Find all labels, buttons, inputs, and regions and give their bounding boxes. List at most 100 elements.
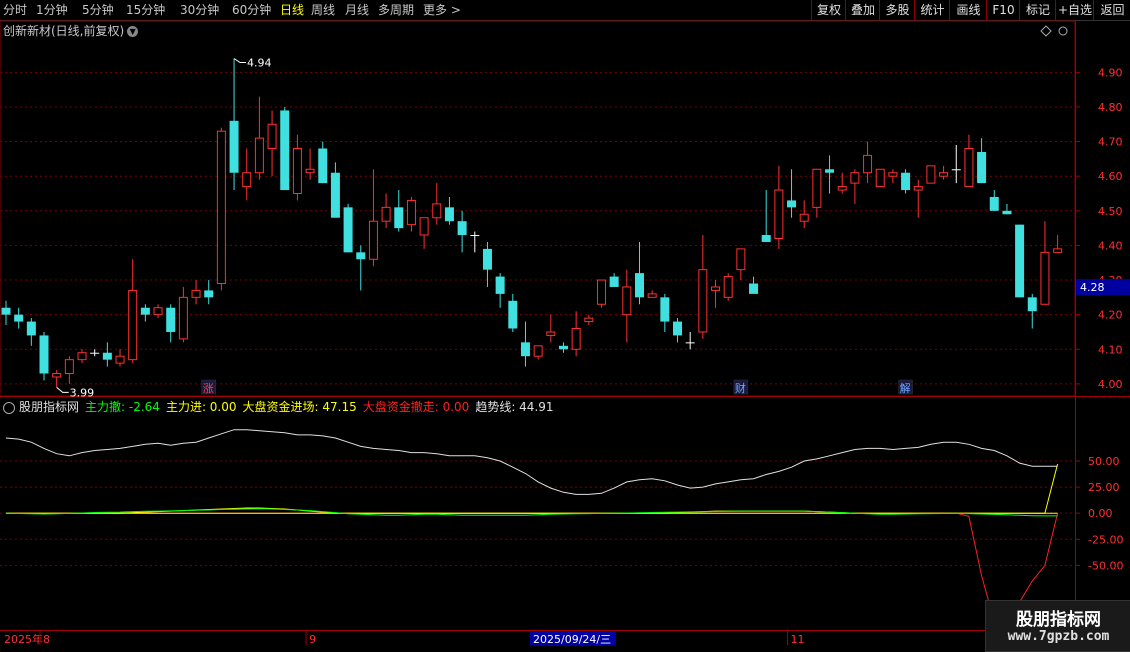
cursor-date-label: 2025/09/24/三 [533, 633, 611, 646]
event-badge-bg-1 [733, 379, 749, 395]
candle-body-22 [280, 110, 290, 191]
period-tab-0[interactable]: 分时 [3, 2, 27, 18]
ind-series-4 [6, 512, 1059, 623]
candle-body-79 [1002, 210, 1012, 215]
chevron-down-icon[interactable]: ▼ [127, 26, 139, 37]
candle-body-63 [799, 213, 809, 222]
candle-body-31 [394, 207, 404, 229]
candle-body-52 [660, 297, 670, 322]
candle-body-14 [178, 296, 188, 340]
main-pane-frame [0, 20, 1076, 397]
candle-body-54 [685, 342, 695, 344]
toolbar-button-8[interactable]: 返回 [1093, 0, 1130, 20]
chart-area[interactable]: 4.90 4.80 4.70 4.60 4.50 4.40 4.30 4.20 4.10 4.00… [0, 0, 1130, 650]
xaxis-month-1: 9 [309, 633, 316, 646]
toolbar-button-0[interactable]: 复权 [811, 0, 846, 20]
candle-body-13 [166, 307, 176, 332]
event-badge-bg-2 [898, 379, 913, 395]
toolbar-button-1[interactable]: 叠加 [845, 0, 880, 20]
price-tag-label: 4.28 [1080, 281, 1105, 294]
candle-body-29 [368, 220, 378, 260]
candle-body-46 [584, 317, 594, 323]
main-tick-label-7: 4.20 [1098, 309, 1123, 322]
candle-body-27 [343, 207, 353, 253]
xaxis-month-2: 10 [588, 633, 602, 646]
candle-body-71 [901, 172, 911, 191]
candle-body-26 [330, 172, 340, 218]
indicator-item-4: 趋势线: 44.91 [475, 400, 554, 414]
period-tab-9[interactable]: 多周期 [378, 2, 414, 18]
candle-body-28 [356, 252, 366, 260]
stock-title: 创新新材(日线,前复权) [3, 24, 125, 38]
candle-body-11 [140, 307, 150, 315]
candle-body-17 [216, 130, 226, 284]
candle-body-18 [229, 120, 239, 173]
candle-body-34 [432, 203, 442, 219]
indicator-name: 股朋指标网 [19, 400, 80, 414]
toolbar-button-7[interactable]: +自选 [1055, 0, 1094, 20]
candle-body-57 [723, 276, 733, 298]
main-tick-label-3: 4.60 [1098, 170, 1123, 183]
candle-body-48 [609, 276, 619, 287]
main-tick-label-5: 4.40 [1098, 239, 1123, 252]
main-tick-label-2: 4.70 [1098, 136, 1123, 149]
event-badge-bg-0 [201, 379, 216, 395]
candle-body-60 [761, 235, 771, 242]
period-tab-2[interactable]: 5分钟 [82, 2, 114, 18]
ind-series-3 [6, 463, 1059, 514]
candle-body-7 [90, 352, 100, 354]
period-tab-10[interactable]: 更多 > [423, 2, 461, 18]
period-tab-3[interactable]: 15分钟 [126, 2, 165, 18]
candle-body-74 [939, 172, 949, 177]
high-marker-arrow [233, 58, 247, 63]
toolbar-button-5[interactable]: F10 [986, 0, 1020, 20]
indicator-legend: 股朋指标网 主力撤: -2.64 主力进: 0.00 大盘资金进场: 47.15 大盘资… [3, 398, 560, 415]
period-tab-6[interactable]: 日线 [280, 2, 304, 18]
candle-body-1 [14, 314, 24, 322]
candle-body-80 [1015, 224, 1025, 298]
indicator-item-0: 主力撤: -2.64 [85, 400, 160, 414]
toolbar-button-4[interactable]: 画线 [949, 0, 987, 20]
candle-body-70 [888, 172, 898, 177]
toolbar-button-2[interactable]: 多股 [879, 0, 915, 20]
main-tick-label-6: 4.30 [1098, 274, 1123, 287]
candle-body-66 [837, 186, 847, 191]
candle-body-41 [520, 342, 530, 357]
candle-body-37 [470, 235, 480, 237]
settings-icon [1058, 26, 1068, 36]
candle-body-25 [318, 148, 328, 184]
price-tag-box [1076, 278, 1130, 295]
candle-body-20 [254, 137, 264, 174]
candle-body-55 [698, 269, 708, 333]
candle-body-35 [444, 207, 454, 222]
period-tab-5[interactable]: 60分钟 [232, 2, 271, 18]
toolbar-button-6[interactable]: 标记 [1019, 0, 1056, 20]
candle-body-19 [242, 172, 252, 188]
high-marker-label: 4.94 [247, 57, 272, 70]
candle-body-82 [1040, 251, 1050, 305]
candle-body-67 [850, 172, 860, 184]
period-tab-8[interactable]: 月线 [345, 2, 369, 18]
ind-series-1 [5, 508, 1058, 517]
candle-body-15 [191, 289, 201, 298]
event-badge-1: 财 [735, 381, 746, 395]
candle-body-30 [381, 206, 391, 222]
indicator-toggle-icon[interactable] [3, 401, 15, 414]
candle-body-49 [622, 286, 632, 316]
toolbar-button-3[interactable]: 统计 [914, 0, 950, 20]
event-badge-0: 涨 [203, 382, 214, 395]
candle-body-36 [457, 221, 467, 236]
candle-body-10 [128, 289, 138, 361]
ind-tick-label-3: -25.00 [1088, 533, 1123, 546]
candle-body-24 [305, 168, 315, 174]
main-tick-label-0: 4.90 [1098, 66, 1123, 79]
candle-body-44 [558, 345, 568, 350]
main-chart-title[interactable]: 创新新材(日线,前复权) ▼ [3, 22, 139, 39]
candle-body-77 [977, 151, 987, 184]
period-tab-1[interactable]: 1分钟 [36, 2, 68, 18]
period-tab-7[interactable]: 周线 [311, 2, 335, 18]
candle-body-72 [913, 186, 923, 191]
candle-body-12 [153, 307, 163, 316]
period-tab-4[interactable]: 30分钟 [180, 2, 219, 18]
indicator-item-2: 大盘资金进场: 47.15 [242, 400, 357, 414]
